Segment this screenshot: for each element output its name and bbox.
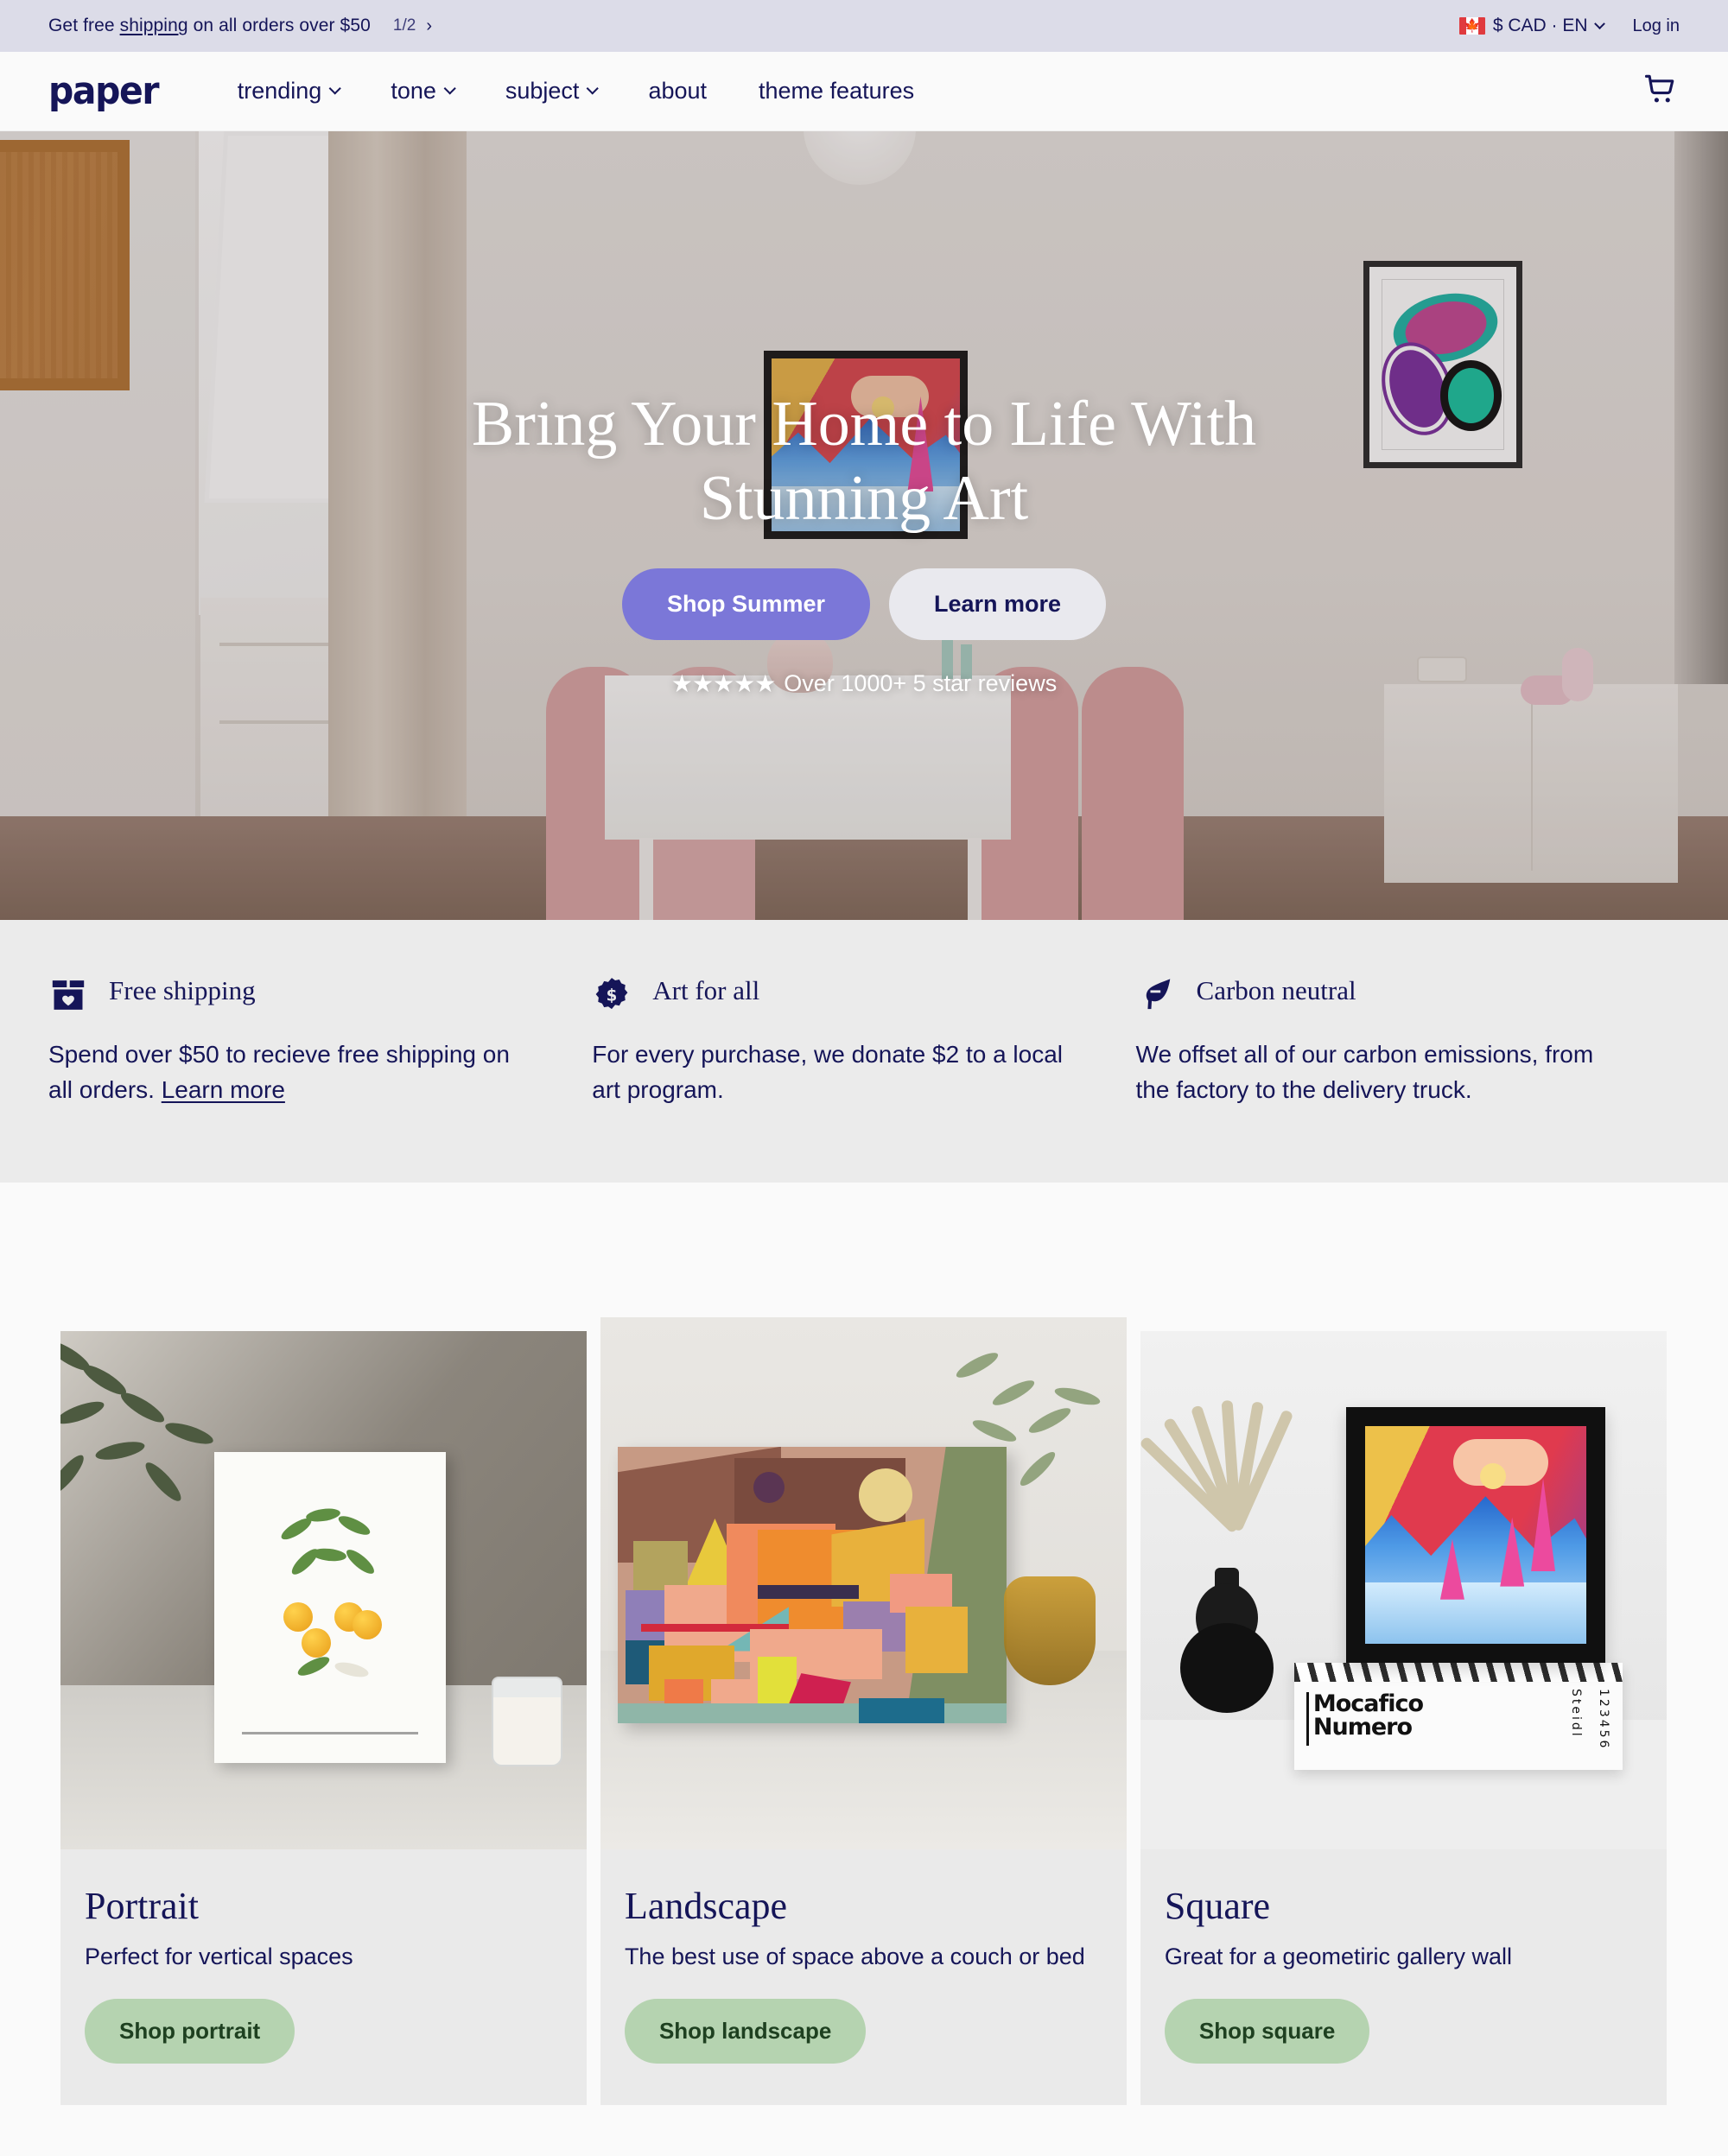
collection-card-square[interactable]: Mocafico Numero Steidl 123456 Square Gre…: [1140, 1330, 1667, 2106]
benefit-title: Carbon neutral: [1196, 975, 1356, 1005]
nav-item-tone[interactable]: tone: [391, 78, 456, 105]
benefit-header: $ Art for all: [592, 973, 1075, 1015]
cart-button[interactable]: [1642, 70, 1680, 112]
book-spine-numbers: 123456: [1596, 1688, 1610, 1751]
dried-palm-leaf: [1140, 1340, 1334, 1534]
book-stack: Mocafico Numero Steidl 123456: [1293, 1662, 1623, 1770]
learn-more-button[interactable]: Learn more: [888, 568, 1107, 641]
announcement-left: Get free shipping on all orders over $50…: [48, 16, 1459, 36]
chevron-down-icon: [443, 81, 456, 95]
nav-label: theme features: [759, 78, 915, 104]
box-heart-icon: [52, 980, 85, 1010]
login-link[interactable]: Log in: [1633, 16, 1680, 36]
benefit-body: Spend over $50 to recieve free shipping …: [48, 1041, 510, 1103]
dollar-badge-icon: $: [595, 978, 628, 1010]
black-vase: [1179, 1567, 1274, 1713]
collection-cards: Portrait Perfect for vertical spaces Sho…: [0, 1183, 1728, 2106]
nav-item-trending[interactable]: trending: [237, 78, 342, 105]
portrait-collection-image: [60, 1330, 587, 1849]
hero-buttons: Shop Summer Learn more: [621, 568, 1107, 641]
benefit-free-shipping: Free shipping Spend over $50 to recieve …: [48, 973, 592, 1108]
card-title: Portrait: [85, 1884, 199, 1927]
learn-more-link[interactable]: Learn more: [162, 1076, 285, 1103]
nav-item-subject[interactable]: subject: [505, 78, 600, 105]
benefit-title: Art for all: [652, 975, 760, 1005]
nav-item-about[interactable]: about: [648, 78, 707, 105]
winter-landscape-artwork: [1364, 1425, 1586, 1644]
benefit-body: For every purchase, we donate $2 to a lo…: [592, 1041, 1064, 1103]
botanical-canvas: [214, 1451, 446, 1763]
benefit-title: Free shipping: [109, 975, 256, 1005]
chevron-down-icon: [587, 81, 600, 95]
landscape-collection-image: [600, 1316, 1127, 1849]
svg-text:$: $: [607, 987, 618, 1005]
card-body: Landscape The best use of space above a …: [600, 1849, 1127, 2105]
card-title: Square: [1164, 1884, 1271, 1927]
leaf-icon: [1146, 979, 1170, 1010]
collection-card-portrait[interactable]: Portrait Perfect for vertical spaces Sho…: [60, 1330, 587, 2106]
announcement-message: Get free shipping on all orders over $50: [48, 16, 371, 35]
benefit-art-for-all: $ Art for all For every purchase, we don…: [592, 973, 1135, 1108]
black-picture-frame: [1345, 1406, 1605, 1663]
nav-label: tone: [391, 78, 436, 104]
card-title: Landscape: [624, 1884, 788, 1927]
nav-label: subject: [505, 78, 580, 104]
benefits-section: Free shipping Spend over $50 to recieve …: [0, 920, 1728, 1183]
book-title: Mocafico Numero: [1312, 1690, 1424, 1741]
shipping-link[interactable]: shipping: [120, 16, 188, 35]
main-navigation: trending tone subject about theme featur…: [238, 78, 1642, 105]
hero-content: Bring Your Home to Life With Stunning Ar…: [0, 131, 1728, 920]
shop-landscape-button[interactable]: Shop landscape: [624, 1999, 867, 2064]
announcement-right: 🍁 $ CAD · EN Log in: [1458, 16, 1680, 36]
olive-sprig: [945, 1341, 1109, 1549]
chevron-down-icon: [328, 81, 342, 95]
benefit-carbon-neutral: Carbon neutral We offset all of our carb…: [1136, 973, 1680, 1108]
benefit-body: We offset all of our carbon emissions, f…: [1135, 1041, 1594, 1103]
chevron-down-icon: [1593, 17, 1605, 29]
star-rating-icon: ★★★★★: [670, 670, 777, 698]
nav-item-theme-features[interactable]: theme features: [759, 78, 914, 105]
candle-jar: [491, 1676, 562, 1766]
card-description: The best use of space above a couch or b…: [624, 1943, 1085, 1969]
book-spine-publisher: Steidl: [1568, 1688, 1583, 1739]
shop-square-button[interactable]: Shop square: [1164, 1999, 1370, 2064]
logo[interactable]: paper: [48, 69, 160, 113]
announcement-next-arrow[interactable]: ›: [426, 16, 432, 36]
benefit-header: Carbon neutral: [1136, 973, 1619, 1015]
hero-rating: ★★★★★ Over 1000+ 5 star reviews: [671, 669, 1057, 698]
benefit-header: Free shipping: [48, 973, 531, 1015]
canada-flag-icon: 🍁: [1458, 17, 1485, 35]
homepage: Get free shipping on all orders over $50…: [0, 0, 1728, 2156]
amber-vase: [1003, 1576, 1096, 1685]
site-header: paper trending tone subject about theme …: [0, 52, 1728, 131]
card-description: Great for a geometiric gallery wall: [1164, 1943, 1513, 1969]
card-body: Portrait Perfect for vertical spaces Sho…: [60, 1849, 587, 2105]
announcement-bar: Get free shipping on all orders over $50…: [0, 0, 1728, 52]
hero-title: Bring Your Home to Life With Stunning Ar…: [471, 388, 1257, 534]
square-collection-image: Mocafico Numero Steidl 123456: [1140, 1330, 1667, 1849]
hero-section: Bring Your Home to Life With Stunning Ar…: [0, 131, 1728, 920]
announcement-counter: 1/2: [392, 16, 416, 35]
rating-text: Over 1000+ 5 star reviews: [784, 670, 1058, 697]
currency-language-selector[interactable]: 🍁 $ CAD · EN: [1458, 16, 1605, 36]
shop-portrait-button[interactable]: Shop portrait: [85, 1999, 295, 2064]
nav-label: trending: [237, 78, 322, 104]
currency-label: $ CAD · EN: [1492, 16, 1588, 35]
card-body: Square Great for a geometiric gallery wa…: [1140, 1849, 1667, 2105]
shopping-cart-icon: [1644, 74, 1674, 103]
nav-label: about: [648, 78, 708, 104]
collection-card-landscape[interactable]: Landscape The best use of space above a …: [600, 1316, 1127, 2106]
card-description: Perfect for vertical spaces: [85, 1943, 353, 1969]
shop-summer-button[interactable]: Shop Summer: [621, 568, 870, 641]
